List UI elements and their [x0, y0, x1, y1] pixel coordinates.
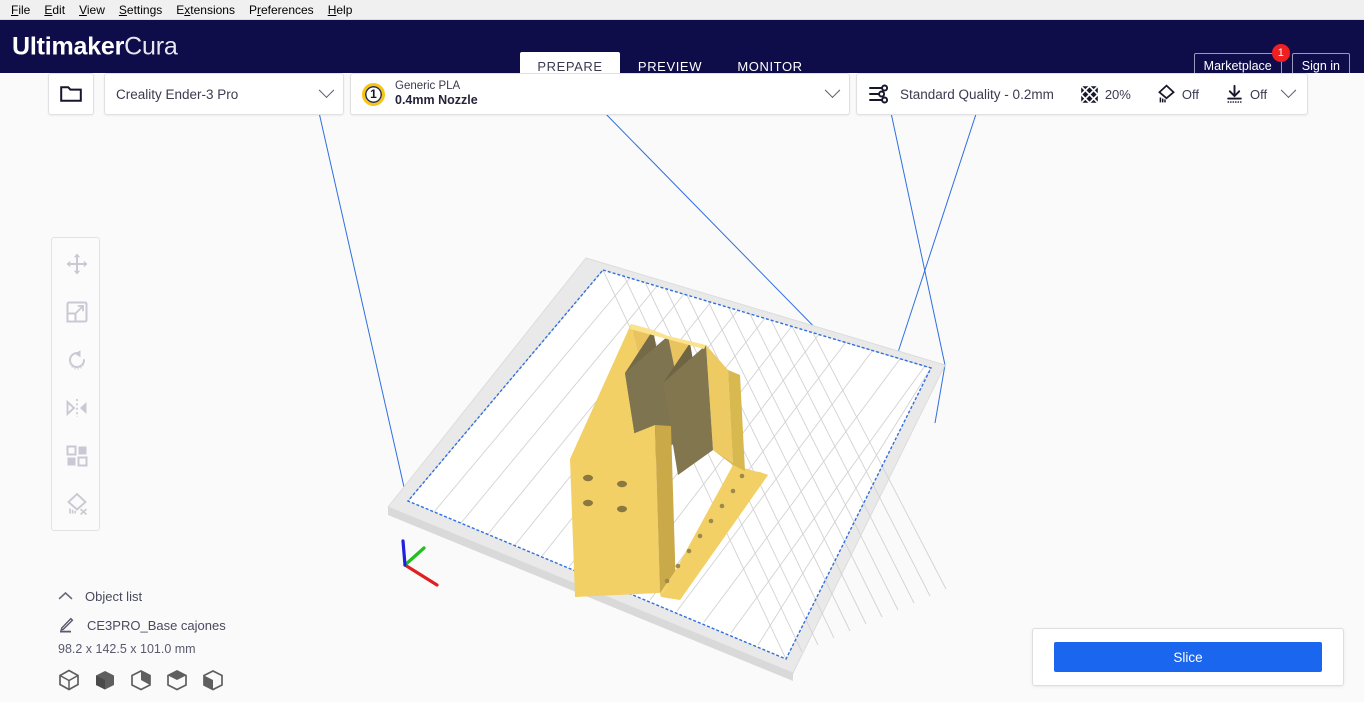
view-cube-right[interactable]: [202, 669, 224, 691]
chevron-down-icon: [824, 81, 841, 98]
list-item[interactable]: CE3PRO_Base cajones: [58, 617, 388, 633]
printer-name: Creality Ender-3 Pro: [116, 86, 239, 102]
object-name: CE3PRO_Base cajones: [87, 617, 226, 633]
per-model-settings-tool[interactable]: [52, 432, 101, 480]
material-name: Generic PLA: [395, 80, 461, 92]
quality-profile-label: Standard Quality - 0.2mm: [900, 86, 1054, 102]
printer-selector[interactable]: Creality Ender-3 Pro: [104, 73, 344, 115]
folder-icon: [60, 86, 82, 102]
main-toolbar: Creality Ender-3 Pro 1 Generic PLA 0.4mm…: [0, 73, 1364, 115]
rotate-tool[interactable]: [52, 336, 101, 384]
axis-x: [403, 563, 439, 587]
print-settings-selector[interactable]: Standard Quality - 0.2mm 20% Off Off: [856, 73, 1308, 115]
cube-right-icon: [203, 670, 223, 691]
chevron-up-icon: [58, 591, 73, 600]
chevron-down-icon: [318, 81, 335, 98]
adhesion-value: Off: [1249, 86, 1268, 102]
move-icon: [66, 253, 87, 275]
mirror-tool[interactable]: [52, 384, 101, 432]
object-list-toggle[interactable]: Object list: [58, 586, 388, 606]
menu-bar: File Edit View Settings Extensions Prefe…: [0, 0, 1364, 20]
sliders-icon: [869, 84, 889, 104]
cube-top-icon: [131, 670, 151, 691]
scale-icon: [66, 301, 87, 323]
support-value: Off: [1181, 86, 1199, 102]
marketplace-badge: 1: [1271, 44, 1290, 62]
menu-item-edit[interactable]: Edit: [37, 1, 72, 19]
cube-front-icon: [96, 671, 114, 690]
axis-y: [403, 546, 426, 567]
menu-item-file[interactable]: File: [4, 1, 37, 19]
brand-light: Cura: [124, 32, 178, 60]
scale-tool[interactable]: [52, 288, 101, 336]
model-tools-panel: [51, 237, 100, 531]
material-selector[interactable]: 1 Generic PLA 0.4mm Nozzle: [350, 73, 850, 115]
menu-item-extensions[interactable]: Extensions: [169, 1, 242, 19]
open-file-button[interactable]: [48, 73, 94, 115]
support-setting[interactable]: Off: [1157, 84, 1199, 104]
view-cube-left[interactable]: [166, 669, 188, 691]
infill-setting[interactable]: 20%: [1080, 85, 1131, 104]
axis-z: [401, 539, 407, 567]
view-cube-3d[interactable]: [58, 669, 80, 691]
extruder-icon: 1: [362, 82, 385, 106]
marketplace-label: Marketplace: [1203, 59, 1272, 73]
move-tool[interactable]: [52, 240, 101, 288]
slice-button[interactable]: Slice: [1054, 642, 1322, 672]
chevron-down-icon: [1280, 81, 1297, 98]
view-cube-front[interactable]: [94, 669, 116, 691]
menu-item-view[interactable]: View: [72, 1, 112, 19]
menu-item-help[interactable]: Help: [321, 1, 360, 19]
camera-view-buttons: [58, 669, 388, 691]
nozzle-size: 0.4mm Nozzle: [395, 93, 478, 108]
action-panel: Slice: [1032, 628, 1344, 686]
support-icon: [1157, 84, 1175, 103]
object-list-panel: Object list CE3PRO_Base cajones 98.2 x 1…: [58, 586, 388, 691]
menu-item-settings[interactable]: Settings: [112, 1, 169, 19]
support-blocker-icon: [66, 492, 87, 515]
per-model-settings-icon: [66, 445, 87, 467]
brand-bold: Ultimaker: [12, 32, 125, 60]
menu-item-preferences[interactable]: Preferences: [242, 1, 321, 19]
pencil-icon: [60, 617, 74, 633]
origin-axes: [401, 539, 439, 587]
object-list-title: Object list: [85, 588, 143, 604]
app-header: UltimakerCura PREPARE PREVIEW MONITOR Ma…: [0, 20, 1364, 81]
mirror-icon: [66, 399, 86, 417]
view-cube-top[interactable]: [130, 669, 152, 691]
object-dimensions: 98.2 x 142.5 x 101.0 mm: [58, 642, 196, 656]
cube-isometric-icon: [59, 669, 79, 691]
adhesion-icon: [1227, 84, 1242, 103]
app-logo: UltimakerCura: [12, 32, 178, 61]
support-blocker-tool[interactable]: [52, 480, 101, 528]
infill-value: 20%: [1104, 86, 1131, 102]
adhesion-setting[interactable]: Off: [1225, 84, 1267, 104]
infill-icon: [1080, 85, 1099, 103]
cube-left-icon: [167, 670, 187, 691]
rotate-icon: [68, 350, 85, 370]
